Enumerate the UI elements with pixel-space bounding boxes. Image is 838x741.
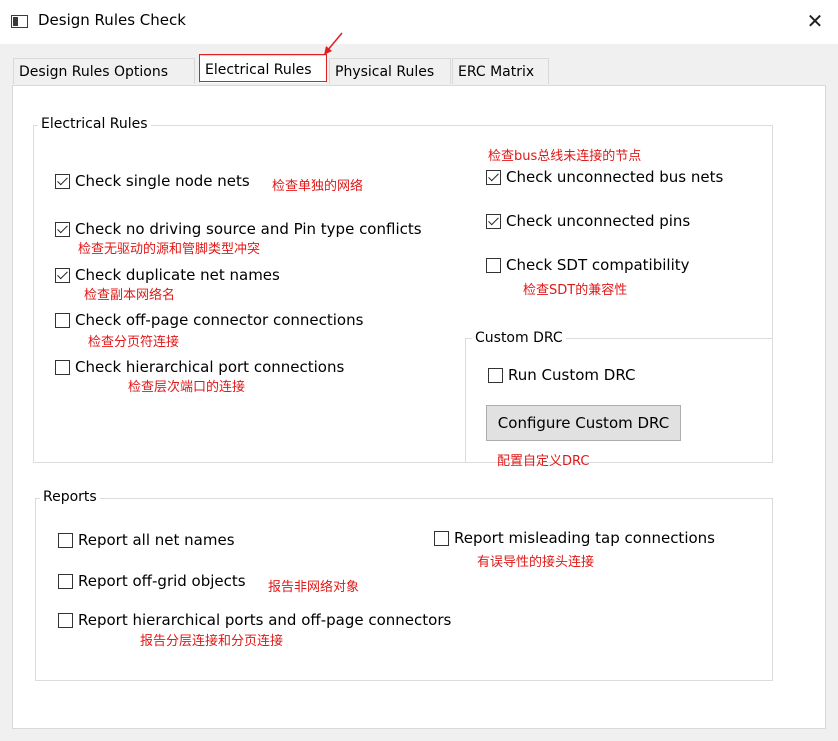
check-label: Check hierarchical port connections [75,358,345,376]
check-single-node-nets[interactable]: Check single node nets [55,172,250,190]
tab-physical-rules[interactable]: Physical Rules [329,58,451,84]
checkbox[interactable] [55,359,70,375]
checkbox[interactable] [55,267,70,283]
checkbox[interactable] [486,257,501,273]
check-label: Check no driving source and Pin type con… [75,220,422,238]
checkbox[interactable] [55,312,70,328]
check-hierarchical-port[interactable]: Check hierarchical port connections [55,358,344,376]
window-title: Design Rules Check [38,11,186,29]
check-label: Report all net names [78,531,235,549]
check-duplicate-net-names[interactable]: Check duplicate net names [55,266,280,284]
annotation-hier-ports: 报告分层连接和分页连接 [140,634,284,649]
check-run-custom-drc[interactable]: Run Custom DRC [488,366,635,384]
close-icon[interactable]: ✕ [803,9,827,33]
check-label: Report misleading tap connections [454,529,715,547]
checkbox[interactable] [488,367,503,383]
checkbox[interactable] [486,169,501,185]
check-no-driving-source[interactable]: Check no driving source and Pin type con… [55,220,422,238]
checkbox[interactable] [486,213,501,229]
title-bar: Design Rules Check ✕ [0,0,838,44]
report-off-grid-objects[interactable]: Report off-grid objects [58,572,246,590]
check-label: Check duplicate net names [75,266,280,284]
arrow-icon [324,32,343,55]
check-sdt-compatibility[interactable]: Check SDT compatibility [486,256,690,274]
check-label: Check single node nets [75,172,250,190]
custom-drc-label: Custom DRC [472,330,566,346]
annotation-misleading: 有误导性的接头连接 [477,555,595,570]
tab-highlight [199,54,327,82]
annotation-sdt: 检查SDT的兼容性 [523,283,628,298]
check-label: Check unconnected bus nets [506,168,724,186]
annotation-bus-nets: 检查bus总线未连接的节点 [488,149,642,164]
report-misleading-tap[interactable]: Report misleading tap connections [434,529,715,547]
annotation-duplicate: 检查副本网络名 [84,288,176,303]
reports-label: Reports [40,489,100,505]
electrical-rules-label: Electrical Rules [38,116,151,132]
check-label: Run Custom DRC [508,366,636,384]
checkbox[interactable] [55,173,70,189]
check-label: Check SDT compatibility [506,256,690,274]
check-off-page-connector[interactable]: Check off-page connector connections [55,311,363,329]
annotation-no-driving: 检查无驱动的源和管脚类型冲突 [78,242,261,257]
checkbox[interactable] [55,221,70,237]
checkbox[interactable] [58,573,73,589]
annotation-off-grid: 报告非网络对象 [268,580,360,595]
check-unconnected-pins[interactable]: Check unconnected pins [486,212,690,230]
check-label: Check off-page connector connections [75,311,364,329]
annotation-off-page: 检查分页符连接 [88,335,180,350]
checkbox[interactable] [434,530,449,546]
tab-design-rules-options[interactable]: Design Rules Options [13,58,195,84]
checkbox[interactable] [58,532,73,548]
check-unconnected-bus-nets[interactable]: Check unconnected bus nets [486,168,723,186]
annotation-single-node: 检查单独的网络 [272,179,364,194]
annotation-hierarchical: 检查层次端口的连接 [128,380,246,395]
report-hierarchical-ports[interactable]: Report hierarchical ports and off-page c… [58,611,451,629]
report-all-net-names[interactable]: Report all net names [58,531,235,549]
check-label: Report hierarchical ports and off-page c… [78,611,452,629]
custom-drc-group [465,338,773,463]
check-label: Check unconnected pins [506,212,691,230]
window-icon [11,15,28,28]
check-label: Report off-grid objects [78,572,246,590]
annotation-configure: 配置自定义DRC [497,454,590,469]
configure-custom-drc-button[interactable]: Configure Custom DRC [486,405,681,441]
checkbox[interactable] [58,612,73,628]
tab-erc-matrix[interactable]: ERC Matrix [452,58,549,84]
